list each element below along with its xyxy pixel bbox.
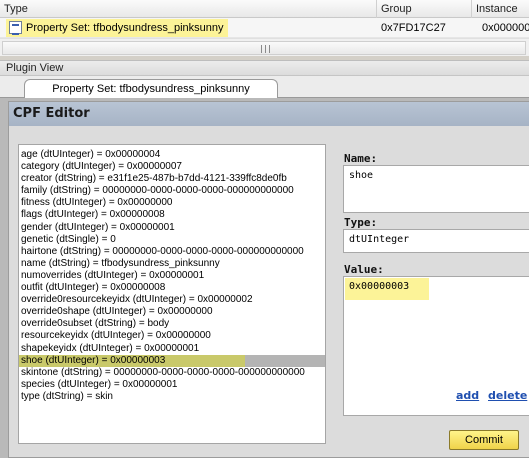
property-item-selected[interactable]: shoe (dtUInteger) = 0x00000003 <box>19 354 325 367</box>
property-item[interactable]: resourcekeyidx (dtUInteger) = 0x00000000 <box>19 330 325 342</box>
column-header-type[interactable]: Type <box>0 0 377 18</box>
plugin-view-title: Plugin View <box>0 60 529 76</box>
value-label: Value: <box>344 263 384 276</box>
property-text: shoe (dtUInteger) = 0x00000003 <box>21 354 166 366</box>
name-value: shoe <box>349 170 374 181</box>
row-instance: 0x000000 <box>482 22 529 34</box>
grip-icon <box>261 45 270 53</box>
type-field[interactable]: dtUInteger <box>343 229 529 253</box>
property-text: category (dtUInteger) = 0x00000007 <box>21 161 182 173</box>
resource-grid-header: Type Group Instance <box>0 0 529 18</box>
resource-row[interactable]: Property Set: tfbodysundress_pinksunny 0… <box>0 18 529 38</box>
property-item[interactable]: flags (dtUInteger) = 0x00000008 <box>19 209 325 221</box>
property-text: age (dtUInteger) = 0x00000004 <box>21 149 161 160</box>
column-header-group[interactable]: Group <box>377 0 472 18</box>
delete-link[interactable]: delete <box>488 389 527 402</box>
property-text: resourcekeyidx (dtUInteger) = 0x00000000 <box>21 330 211 342</box>
name-label: Name: <box>344 152 378 165</box>
name-field[interactable]: shoe <box>343 165 529 213</box>
property-item[interactable]: genetic (dtSingle) = 0 <box>19 234 325 246</box>
property-item[interactable]: override0shape (dtUInteger) = 0x00000000 <box>19 306 325 318</box>
property-set-icon <box>9 21 22 35</box>
property-text: fitness (dtUInteger) = 0x00000000 <box>21 197 173 209</box>
property-text: override0shape (dtUInteger) = 0x00000000 <box>21 306 213 318</box>
tab-strip: Property Set: tfbodysundress_pinksunny <box>0 76 529 99</box>
property-list[interactable]: age (dtUInteger) = 0x00000004 category (d… <box>18 144 326 444</box>
property-item[interactable]: hairtone (dtString) = 00000000-0000-0000… <box>19 246 325 258</box>
column-header-instance[interactable]: Instance <box>472 0 529 18</box>
property-item[interactable]: override0subset (dtString) = body <box>19 318 325 330</box>
property-text: override0resourcekeyidx (dtUInteger) = 0… <box>21 294 253 306</box>
property-item[interactable]: numoverrides (dtUInteger) = 0x00000001 <box>19 270 325 282</box>
property-item[interactable]: outfit (dtUInteger) = 0x00000008 <box>19 282 325 294</box>
property-item[interactable]: fitness (dtUInteger) = 0x00000000 <box>19 197 325 209</box>
cpf-editor-panel: CPF Editor age (dtUInteger) = 0x00000004… <box>8 101 529 458</box>
cpf-editor-title: CPF Editor <box>9 102 529 126</box>
property-text: species (dtUInteger) = 0x00000001 <box>21 378 178 390</box>
property-text: creator (dtString) = e31f1e25-487b-b7dd-… <box>21 173 287 185</box>
row-type: Property Set: tfbodysundress_pinksunny <box>26 22 224 34</box>
property-text: gender (dtUInteger) = 0x00000001 <box>21 221 175 233</box>
property-text: numoverrides (dtUInteger) = 0x00000001 <box>21 269 205 281</box>
property-item[interactable]: species (dtUInteger) = 0x00000001 <box>19 379 325 391</box>
property-item[interactable]: skintone (dtString) = 00000000-0000-0000… <box>19 367 325 379</box>
scrollbar-thumb[interactable] <box>2 41 526 55</box>
add-link[interactable]: add <box>456 389 479 402</box>
property-text: family (dtString) = 00000000-0000-0000-0… <box>21 185 294 197</box>
property-item[interactable]: type (dtString) = skin <box>19 391 325 403</box>
property-item[interactable]: creator (dtString) = e31f1e25-487b-b7dd-… <box>19 173 325 185</box>
type-label: Type: <box>344 216 378 229</box>
property-text: flags (dtUInteger) = 0x00000008 <box>21 209 165 221</box>
property-text: name (dtString) = tfbodysundress_pinksun… <box>21 257 220 269</box>
tab-property-set[interactable]: Property Set: tfbodysundress_pinksunny <box>24 79 278 99</box>
value-text: 0x00000003 <box>349 281 410 292</box>
row-group: 0x7FD17C27 <box>381 22 446 34</box>
property-item[interactable]: gender (dtUInteger) = 0x00000001 <box>19 222 325 234</box>
property-text: shapekeyidx (dtUInteger) = 0x00000001 <box>21 342 200 354</box>
property-item[interactable]: name (dtString) = tfbodysundress_pinksun… <box>19 258 325 270</box>
property-item[interactable]: age (dtUInteger) = 0x00000004 <box>19 149 325 161</box>
property-text: genetic (dtSingle) = 0 <box>21 233 116 245</box>
property-text: hairtone (dtString) = 00000000-0000-0000… <box>21 245 304 257</box>
property-text: outfit (dtUInteger) = 0x00000008 <box>21 282 166 294</box>
property-text: skintone (dtString) = 00000000-0000-0000… <box>21 366 305 378</box>
property-item[interactable]: shapekeyidx (dtUInteger) = 0x00000001 <box>19 343 325 355</box>
property-text: override0subset (dtString) = body <box>21 318 170 330</box>
property-text: type (dtString) = skin <box>21 390 113 402</box>
horizontal-scrollbar[interactable] <box>0 38 529 56</box>
editor-frame: CPF Editor age (dtUInteger) = 0x00000004… <box>0 98 529 458</box>
type-value: dtUInteger <box>349 234 410 245</box>
property-item[interactable]: override0resourcekeyidx (dtUInteger) = 0… <box>19 294 325 306</box>
property-item[interactable]: category (dtUInteger) = 0x00000007 <box>19 161 325 173</box>
property-item[interactable]: family (dtString) = 00000000-0000-0000-0… <box>19 185 325 197</box>
commit-button[interactable]: Commit <box>449 430 519 450</box>
